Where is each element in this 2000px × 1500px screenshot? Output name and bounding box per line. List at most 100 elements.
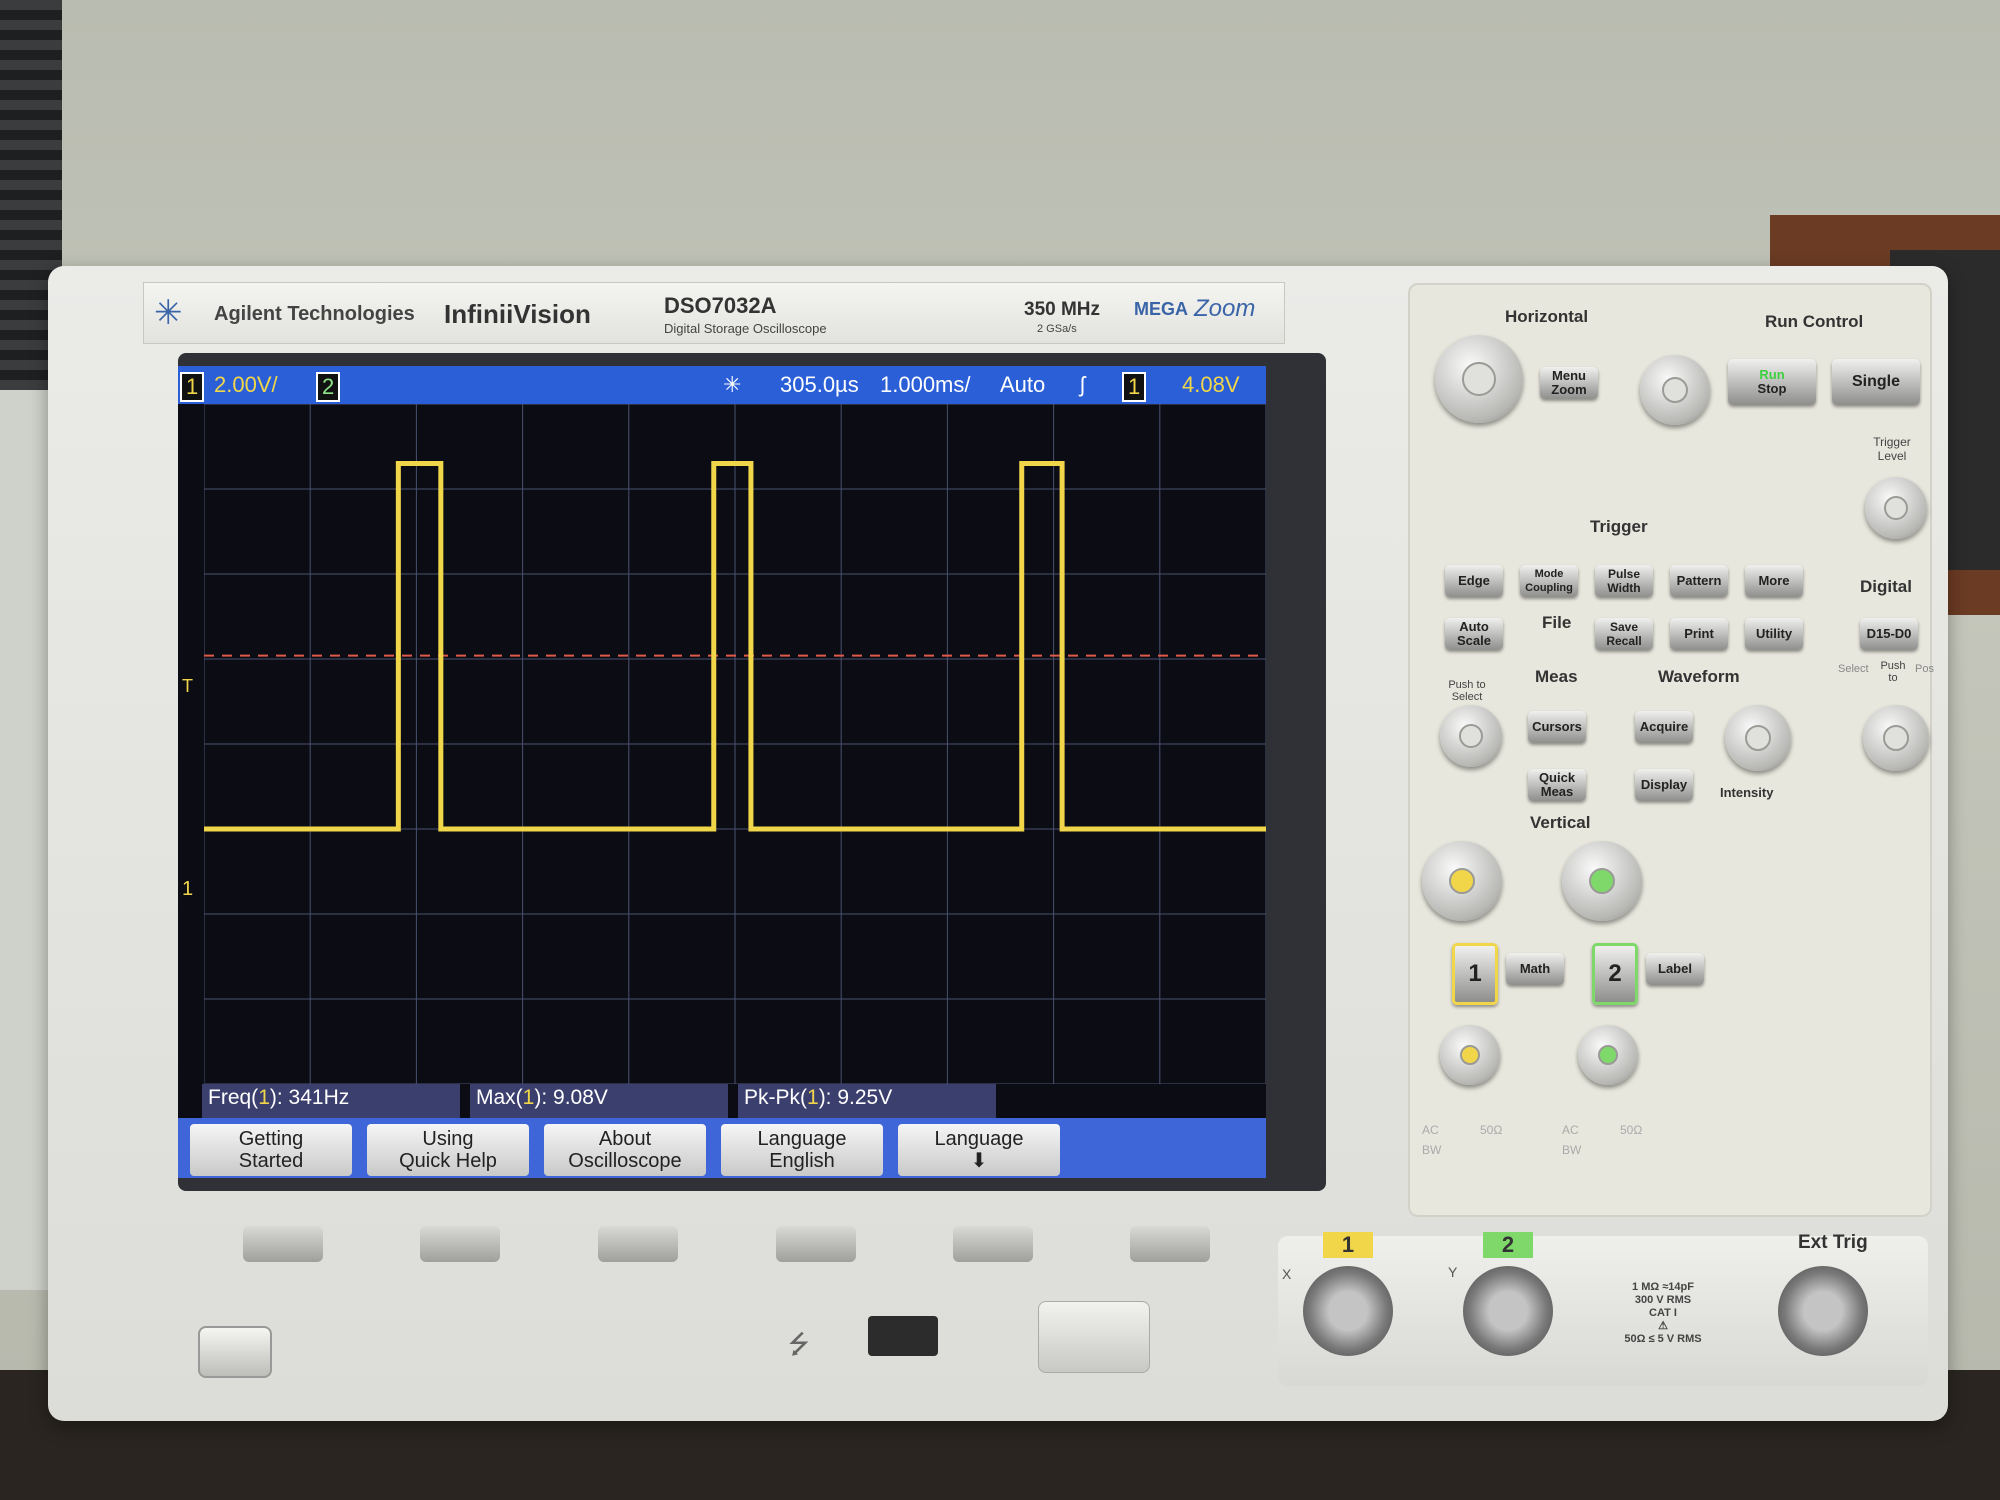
pattern-button[interactable]: Pattern: [1670, 565, 1728, 597]
horizontal-label: Horizontal: [1505, 307, 1589, 326]
brand-bar: ✳ Agilent Technologies InfiniiVision DSO…: [143, 282, 1285, 344]
meas-freq-value: ): 341Hz: [269, 1086, 350, 1109]
probe-comp-terminal[interactable]: [1038, 1301, 1150, 1373]
softkey-hw-6[interactable]: [1130, 1226, 1210, 1262]
push-to-select-label: Push to Select: [1448, 679, 1486, 703]
pos-label: Pos: [1915, 663, 1934, 675]
display-button[interactable]: Display: [1635, 769, 1693, 801]
softkey-hw-2[interactable]: [420, 1226, 500, 1262]
ext-trig-bnc-connector[interactable]: [1778, 1266, 1868, 1356]
waveform-section-label: Waveform: [1658, 667, 1740, 686]
run-control-label: Run Control: [1765, 312, 1864, 331]
background-wall-panel: [0, 390, 50, 1290]
time-scale: 1.000ms/: [880, 372, 971, 397]
softkey-5-line1: Language: [934, 1128, 1024, 1150]
softkey-1-line1: Getting: [238, 1128, 304, 1150]
spec-voltage: 300 V RMS: [1634, 1294, 1692, 1306]
ch1-button[interactable]: 1: [1452, 943, 1498, 1005]
trigger-level-knob[interactable]: [1865, 477, 1927, 539]
trigger-mode: Auto: [1000, 372, 1046, 397]
horizontal-scale-knob[interactable]: [1435, 335, 1523, 423]
pulse-width-button[interactable]: Pulse Width: [1595, 565, 1653, 597]
meas-pkpk-prefix: Pk-Pk(: [744, 1086, 807, 1109]
ch2-ac-label: AC: [1562, 1123, 1579, 1137]
more-button[interactable]: More: [1745, 565, 1803, 597]
acquire-button[interactable]: Acquire: [1635, 711, 1693, 743]
y-label: Y: [1448, 1264, 1458, 1280]
trigger-marker: T: [182, 676, 193, 696]
softkey-2-line1: Using: [422, 1128, 474, 1150]
ch1-bnc-connector[interactable]: [1303, 1266, 1393, 1356]
softkey-about-oscilloscope[interactable]: About Oscilloscope: [544, 1124, 706, 1176]
run-label: Run: [1759, 367, 1785, 382]
spec-50ohm: 50Ω ≤ 5 V RMS: [1624, 1333, 1702, 1345]
mode-coupling-button[interactable]: Mode Coupling: [1520, 565, 1578, 597]
status-bar: 1 2.00V/ 2 ✳ 305.0µs 1.000ms/ Auto ʃ 1 4…: [178, 366, 1266, 404]
meas-max-ch: 1: [522, 1086, 535, 1109]
softkey-3-line2: Oscilloscope: [568, 1150, 682, 1172]
ch2-bw-label: BW: [1562, 1143, 1582, 1157]
usb-port[interactable]: [868, 1316, 938, 1356]
quick-meas-button[interactable]: Quick Meas: [1528, 769, 1586, 801]
meas-max-prefix: Max(: [476, 1086, 523, 1109]
label-button[interactable]: Label: [1646, 953, 1704, 985]
ch2-indicator: 2: [316, 372, 341, 402]
megazoom-logo: Zoom: [1194, 295, 1256, 322]
edge-button[interactable]: Edge: [1445, 565, 1503, 597]
vertical-section-label: Vertical: [1530, 813, 1591, 832]
select-label: Select: [1838, 663, 1869, 675]
menu-zoom-button[interactable]: Menu Zoom: [1540, 367, 1598, 399]
softkey-hw-5[interactable]: [953, 1226, 1033, 1262]
softkey-language-menu[interactable]: Language ⬇: [898, 1124, 1060, 1176]
spec-category: CAT I: [1649, 1307, 1677, 1319]
waveform-intensity-knob[interactable]: [1725, 705, 1791, 771]
print-button[interactable]: Print: [1670, 618, 1728, 650]
measurement-freq: Freq(1): 341Hz: [202, 1084, 460, 1118]
ch2-bnc-connector[interactable]: [1463, 1266, 1553, 1356]
entry-knob[interactable]: [1440, 705, 1502, 767]
utility-button[interactable]: Utility: [1745, 618, 1803, 650]
ch2-scale-knob[interactable]: [1562, 841, 1642, 921]
agilent-spark-icon: ✳: [154, 294, 183, 332]
softkey-4-line1: Language: [757, 1128, 847, 1150]
ch1-position-knob[interactable]: [1440, 1025, 1500, 1085]
ch2-button[interactable]: 2: [1592, 943, 1638, 1005]
softkey-hw-1[interactable]: [243, 1226, 323, 1262]
graticule-grid: [204, 404, 1266, 1084]
single-button[interactable]: Single: [1832, 359, 1920, 405]
ch1-scale-knob[interactable]: [1422, 841, 1502, 921]
ch1-50ohm-label: 50Ω: [1480, 1123, 1503, 1137]
auto-scale-button[interactable]: Auto Scale: [1445, 618, 1503, 650]
input-specs: 1 MΩ ≈14pF 300 V RMS CAT I ⚠ 50Ω ≤ 5 V R…: [1608, 1281, 1718, 1346]
down-arrow-icon: ⬇: [970, 1150, 988, 1172]
x-label: X: [1282, 1266, 1292, 1282]
stop-label: Stop: [1757, 381, 1787, 396]
usb-icon: ⭍: [788, 1329, 810, 1359]
ch2-50ohm-label: 50Ω: [1620, 1123, 1643, 1137]
softkey-1-line2: Started: [238, 1150, 304, 1172]
softkey-3-line1: About: [598, 1128, 652, 1150]
cursors-button[interactable]: Cursors: [1528, 711, 1586, 743]
softkey-language-english[interactable]: Language English: [721, 1124, 883, 1176]
math-button[interactable]: Math: [1506, 953, 1564, 985]
model-number: DSO7032A: [664, 293, 777, 318]
meas-pkpk-value: ): 9.25V: [818, 1086, 893, 1109]
digital-position-knob[interactable]: [1863, 705, 1929, 771]
save-recall-button[interactable]: Save Recall: [1595, 618, 1653, 650]
softkey-menu: Getting Started Using Quick Help About Osci…: [178, 1118, 1266, 1178]
softkey-hw-3[interactable]: [598, 1226, 678, 1262]
ch1-input-label: 1: [1323, 1232, 1373, 1258]
d15-d0-button[interactable]: D15-D0: [1860, 618, 1918, 650]
horizontal-position-knob[interactable]: [1640, 355, 1710, 425]
sample-rate-label: 2 GSa/s: [1037, 323, 1077, 335]
softkey-hw-4[interactable]: [776, 1226, 856, 1262]
power-button[interactable]: [198, 1326, 272, 1378]
softkey-using-quick-help[interactable]: Using Quick Help: [367, 1124, 529, 1176]
trigger-level: 4.08V: [1182, 372, 1240, 397]
run-stop-button[interactable]: Run Stop: [1728, 359, 1816, 405]
softkey-getting-started[interactable]: Getting Started: [190, 1124, 352, 1176]
file-label: File: [1542, 613, 1572, 632]
intensity-label: Intensity: [1720, 785, 1774, 800]
trigger-level-label: Trigger Level: [1873, 435, 1911, 463]
ch2-position-knob[interactable]: [1578, 1025, 1638, 1085]
